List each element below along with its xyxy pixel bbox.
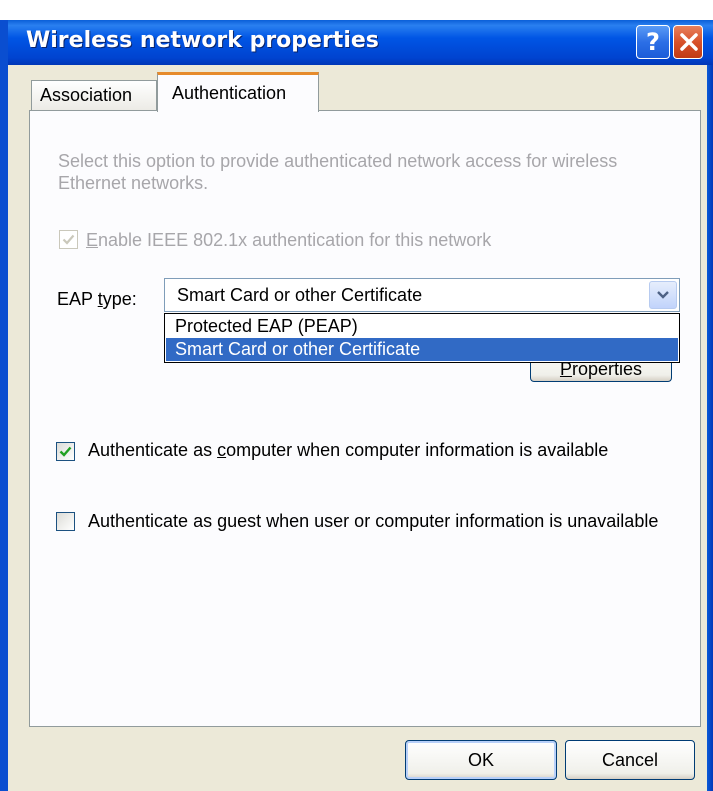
auth-as-computer-label: Authenticate as computer when computer i…: [88, 440, 609, 460]
tab-association[interactable]: Association: [31, 80, 157, 110]
authentication-panel: [29, 110, 701, 727]
eap-type-label: EAP type:: [57, 289, 137, 309]
desktop-background: [0, 0, 713, 20]
window-title: Wireless network properties: [26, 28, 379, 53]
eap-type-selected-value: Smart Card or other Certificate: [177, 285, 423, 305]
help-button[interactable]: ?: [636, 25, 670, 59]
eap-type-dropdown-list: Protected EAP (PEAP) Smart Card or other…: [164, 313, 680, 363]
close-icon: [680, 33, 698, 51]
eap-option-smart-card[interactable]: Smart Card or other Certificate: [166, 338, 678, 361]
auth-as-guest-checkbox[interactable]: [56, 512, 75, 531]
window-frame-left: [0, 20, 8, 791]
enable-8021x-label: Enable IEEE 802.1x authentication for th…: [86, 230, 492, 250]
chevron-down-icon: [657, 291, 669, 299]
checkmark-icon: [59, 446, 72, 457]
title-bar[interactable]: Wireless network properties ?: [8, 20, 713, 65]
help-icon: ?: [646, 28, 660, 56]
authentication-description: Select this option to provide authentica…: [58, 151, 618, 193]
cancel-button[interactable]: Cancel: [565, 740, 695, 780]
wireless-network-properties-dialog: Wireless network properties ? Associatio…: [0, 0, 713, 791]
tab-association-label: Association: [40, 85, 133, 105]
auth-as-computer-checkbox[interactable]: [56, 442, 75, 461]
eap-option-peap[interactable]: Protected EAP (PEAP): [166, 315, 678, 338]
tab-authentication[interactable]: Authentication: [157, 72, 319, 112]
window-frame-right: [707, 20, 713, 791]
auth-as-guest-label: Authenticate as guest when user or compu…: [88, 511, 659, 531]
dropdown-button[interactable]: [649, 281, 677, 309]
enable-8021x-checkbox[interactable]: [59, 230, 78, 249]
eap-type-select[interactable]: Smart Card or other Certificate: [164, 278, 680, 312]
checkmark-icon: [62, 234, 75, 245]
tab-authentication-label: Authentication: [172, 83, 287, 103]
ok-button[interactable]: OK: [405, 740, 557, 780]
close-button[interactable]: [673, 25, 703, 59]
